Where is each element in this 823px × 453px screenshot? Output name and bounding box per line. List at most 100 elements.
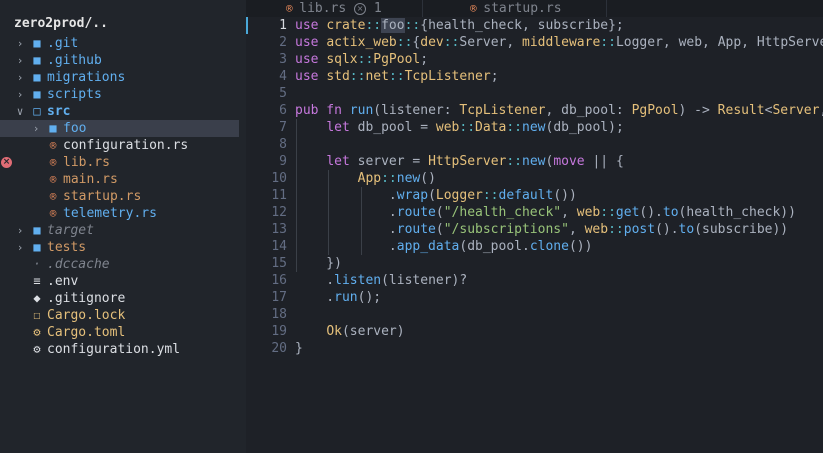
code-token: route: [396, 222, 436, 237]
code-line[interactable]: .wrap(Logger::default()): [295, 187, 823, 204]
tree-file-startup-rs[interactable]: ® startup.rs: [0, 188, 246, 205]
tree-folder-github[interactable]: › ■ .github: [0, 52, 246, 69]
code-token: new: [522, 154, 546, 169]
gear-icon: ⚙: [33, 342, 41, 356]
code-line[interactable]: pub fn run(listener: TcpListener, db_poo…: [295, 102, 823, 119]
code-token: .: [295, 205, 397, 220]
tree-item-label: .github: [47, 53, 102, 68]
tree-item-label: configuration.rs: [63, 138, 189, 153]
lock-icon: ☐: [33, 308, 41, 322]
tree-item-label: tests: [47, 240, 87, 255]
code-token: Result: [717, 103, 765, 118]
gear-icon: ⚙: [33, 325, 41, 339]
code-line[interactable]: use sqlx::PgPool;: [295, 51, 823, 68]
code-line[interactable]: .route("/subscriptions", web::post().to(…: [295, 221, 823, 238]
code-token: Logger, web, App, HttpServer}: [615, 35, 823, 50]
code-token: (: [428, 188, 436, 203]
code-token: ().: [639, 205, 663, 220]
code-line[interactable]: .listen(listener)?: [295, 272, 823, 289]
code-line[interactable]: [295, 306, 823, 323]
code-token: ::: [600, 35, 616, 50]
code-token: ;: [490, 69, 499, 84]
code-line[interactable]: .route("/health_check", web::get().to(he…: [295, 204, 823, 221]
code-line[interactable]: }: [295, 340, 823, 357]
line-number: 5: [279, 86, 287, 101]
tree-file-cargo-lock[interactable]: ☐ Cargo.lock: [0, 307, 246, 324]
code-token: wrap: [396, 188, 429, 203]
tree-folder-migrations[interactable]: › ■ migrations: [0, 69, 246, 86]
code-token: use: [295, 69, 327, 84]
chevron-right-icon[interactable]: ›: [30, 120, 42, 137]
code-token: std: [326, 69, 350, 84]
code-token: }: [295, 341, 303, 356]
code-token: ::: [506, 154, 523, 169]
tree-file-configuration-yml[interactable]: ⚙ configuration.yml: [0, 341, 246, 358]
code-token: health_check, subscribe: [428, 18, 609, 33]
chevron-right-icon[interactable]: ›: [14, 52, 26, 69]
chevron-right-icon[interactable]: ›: [14, 69, 26, 86]
code-line[interactable]: use actix_web::{dev::Server, middleware:…: [295, 34, 823, 51]
tab-bar: ® lib.rs × 1 ® startup.rs: [246, 0, 823, 17]
tree-folder-foo[interactable]: › ■ foo: [0, 120, 239, 137]
folder-icon: ■: [33, 223, 41, 237]
tab-error-badge-icon: ×: [354, 3, 367, 15]
code-token: ::: [388, 69, 405, 84]
tree-folder-tests[interactable]: › ■ tests: [0, 239, 246, 256]
code-line[interactable]: use crate::foo::{health_check, subscribe…: [295, 17, 823, 34]
tree-item-label: Cargo.toml: [47, 325, 126, 340]
code-token: get: [615, 205, 640, 220]
code-token: dev: [420, 35, 444, 50]
folder-icon: ■: [33, 53, 41, 67]
code-token: actix_web: [326, 35, 397, 50]
tree-file-lib-rs[interactable]: × ® lib.rs: [0, 154, 246, 171]
line-number: 11: [271, 188, 287, 203]
code-line[interactable]: }): [295, 255, 823, 272]
code-token: };: [608, 18, 624, 33]
folder-icon: ■: [33, 240, 41, 254]
code-token: (listener)?: [381, 273, 468, 288]
code-token: Data: [475, 120, 507, 135]
chevron-right-icon[interactable]: ›: [14, 222, 26, 239]
code-line[interactable]: [295, 136, 823, 153]
code-token: move: [553, 154, 593, 169]
code-line[interactable]: use std::net::TcpListener;: [295, 68, 823, 85]
code-token: ::: [608, 222, 624, 237]
chevron-down-icon[interactable]: ∨: [14, 103, 26, 120]
tab-label: lib.rs: [299, 1, 355, 16]
code-editor[interactable]: 1 2 3 4 5 6 7 8 9 10 11 12 13 14 15 16 17 18 19 20 use crat…: [246, 17, 823, 453]
chevron-right-icon[interactable]: ›: [14, 86, 26, 103]
tree-folder-scripts[interactable]: › ■ scripts: [0, 86, 246, 103]
code-token: Server,: [459, 35, 523, 50]
tree-file-env[interactable]: ≡ .env: [0, 273, 246, 290]
code-line[interactable]: .run();: [295, 289, 823, 306]
chevron-right-icon[interactable]: ›: [14, 35, 26, 52]
code-area[interactable]: use crate::foo::{health_check, subscribe…: [295, 17, 823, 357]
tree-item-label: Cargo.lock: [47, 308, 126, 323]
code-token: net: [365, 69, 389, 84]
tree-folder-git[interactable]: › ■ .git: [0, 35, 246, 52]
code-line[interactable]: Ok(server): [295, 323, 823, 340]
code-token: (db_pool.: [459, 239, 530, 254]
tree-file-cargo-toml[interactable]: ⚙ Cargo.toml: [0, 324, 246, 341]
tab-startup-rs[interactable]: ® startup.rs: [470, 0, 562, 17]
tab-error-count: 1: [366, 1, 382, 16]
tree-folder-target[interactable]: › ■ target: [0, 222, 246, 239]
tree-file-main-rs[interactable]: ® main.rs: [0, 171, 246, 188]
code-line[interactable]: let server = HttpServer::new(move || {: [295, 153, 823, 170]
code-line[interactable]: [295, 85, 823, 102]
tree-file-configuration-rs[interactable]: ® configuration.rs: [0, 137, 246, 154]
folder-icon: ■: [33, 87, 41, 101]
tree-file-telemetry-rs[interactable]: ® telemetry.rs: [0, 205, 246, 222]
chevron-right-icon[interactable]: ›: [14, 239, 26, 256]
tab-lib-rs[interactable]: ® lib.rs × 1: [286, 0, 382, 17]
tree-file-gitignore[interactable]: ◆ .gitignore: [0, 290, 246, 307]
tree-file-dccache[interactable]: · .dccache: [0, 256, 246, 273]
tree-folder-src[interactable]: ∨ □ src: [0, 103, 246, 120]
code-token: .: [295, 188, 397, 203]
editor-window: zero2prod/.. › ■ .git › ■ .github › ■ migrations…: [0, 0, 823, 453]
code-line[interactable]: .app_data(db_pool.clone()): [295, 238, 823, 255]
code-line[interactable]: App::new(): [295, 170, 823, 187]
indent-guide: [296, 119, 297, 272]
code-line[interactable]: let db_pool = web::Data::new(db_pool);: [295, 119, 823, 136]
code-token: ::: [357, 52, 374, 67]
